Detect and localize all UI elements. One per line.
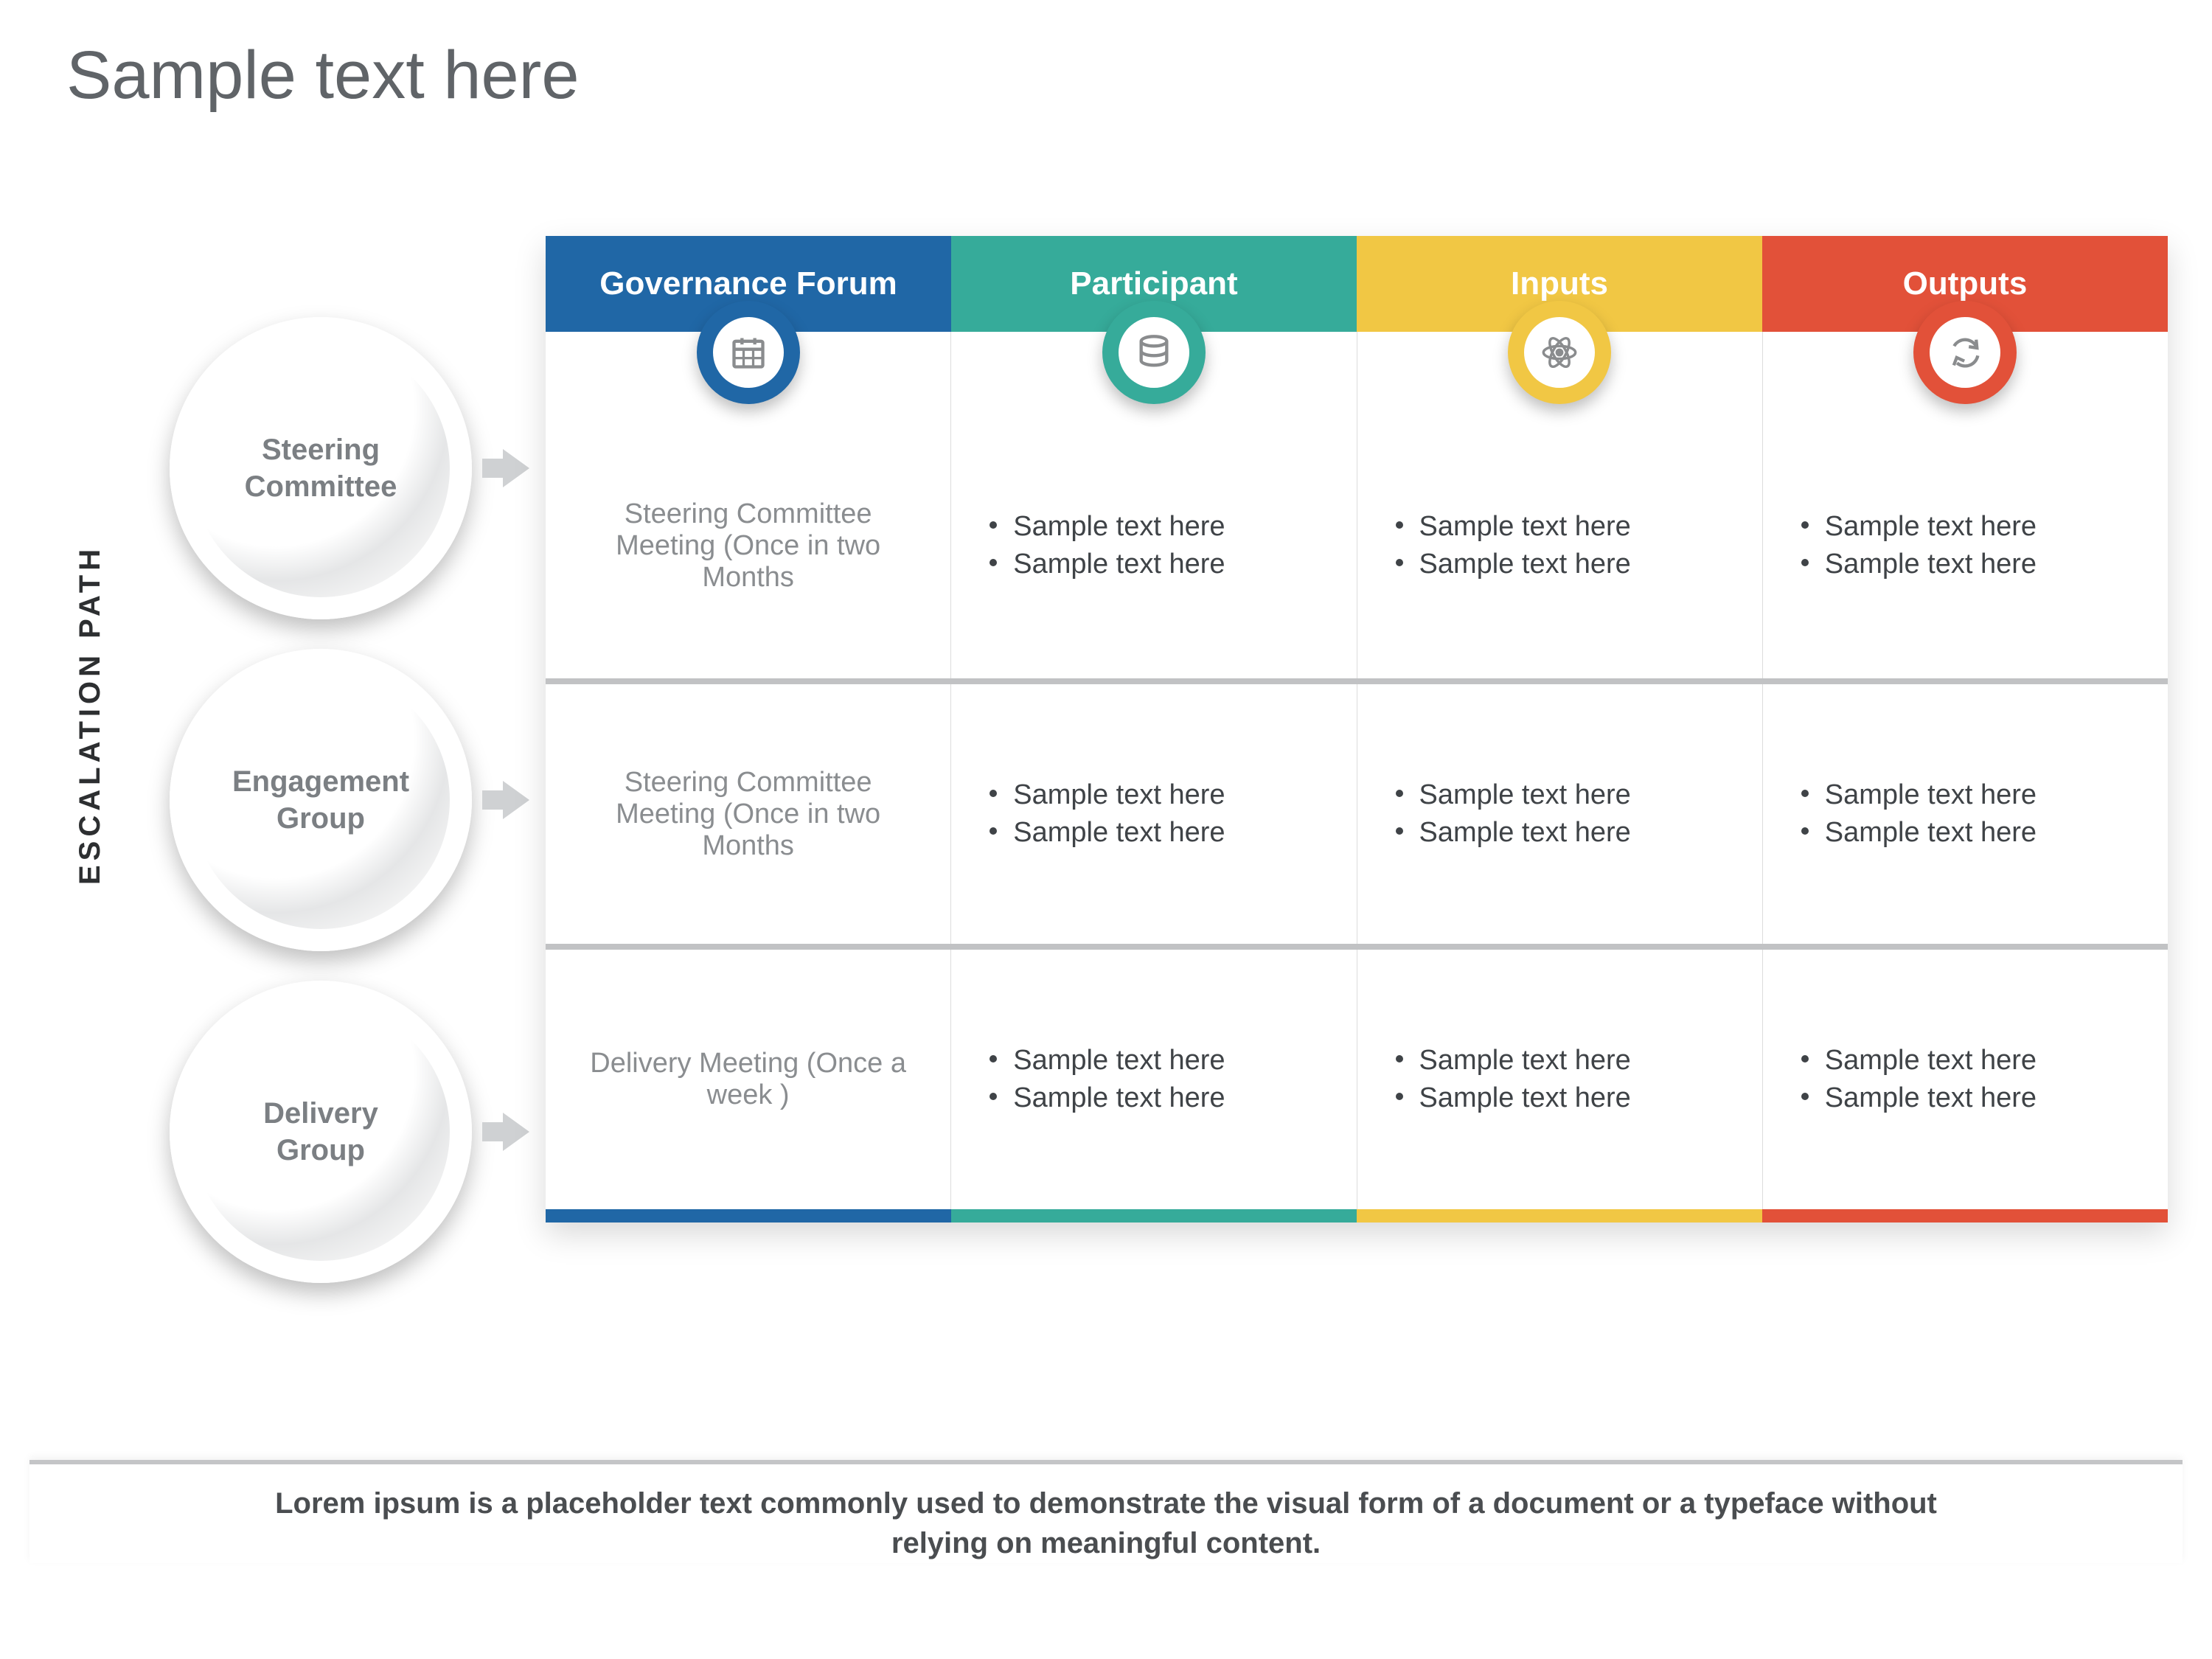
list-item: Sample text here bbox=[984, 1079, 1324, 1117]
cell-outputs: Sample text here Sample text here bbox=[1763, 684, 2168, 944]
list-item: Sample text here bbox=[1795, 776, 2135, 814]
list-item: Sample text here bbox=[1390, 1079, 1730, 1117]
list-item: Sample text here bbox=[1390, 546, 1730, 583]
circle-engagement-group: Engagement Group bbox=[170, 649, 472, 951]
list-item: Sample text here bbox=[1795, 508, 2135, 546]
circle-label: Engagement Group bbox=[225, 763, 417, 837]
cell-participant: Sample text here Sample text here bbox=[951, 684, 1357, 944]
footer-caption-bar: Lorem ipsum is a placeholder text common… bbox=[29, 1460, 2183, 1563]
circle-label: Delivery Group bbox=[225, 1095, 417, 1169]
arrow-icon bbox=[503, 1113, 529, 1151]
cell-governance: Delivery Meeting (Once a week ) bbox=[546, 950, 951, 1209]
circle-steering-committee: Steering Committee bbox=[170, 317, 472, 619]
list-item: Sample text here bbox=[984, 1042, 1324, 1079]
list-item: Sample text here bbox=[1795, 814, 2135, 852]
cell-inputs: Sample text here Sample text here bbox=[1357, 950, 1763, 1209]
atom-icon bbox=[1508, 301, 1611, 404]
list-item: Sample text here bbox=[1795, 546, 2135, 583]
arrow-icon bbox=[503, 449, 529, 487]
table-row: Steering Committee Meeting (Once in two … bbox=[546, 413, 2168, 678]
circle-delivery-group: Delivery Group bbox=[170, 981, 472, 1283]
row-labels-column: Steering Committee Engagement Group Deli… bbox=[170, 317, 509, 1312]
list-item: Sample text here bbox=[1795, 1042, 2135, 1079]
cycle-icon bbox=[1913, 301, 2017, 404]
list-item: Sample text here bbox=[1795, 1079, 2135, 1117]
arrow-icon bbox=[503, 781, 529, 819]
list-item: Sample text here bbox=[1390, 508, 1730, 546]
cell-governance: Steering Committee Meeting (Once in two … bbox=[546, 413, 951, 678]
table-row: Delivery Meeting (Once a week ) Sample t… bbox=[546, 944, 2168, 1209]
cell-participant: Sample text here Sample text here bbox=[951, 413, 1357, 678]
list-item: Sample text here bbox=[984, 508, 1324, 546]
cell-inputs: Sample text here Sample text here bbox=[1357, 413, 1763, 678]
calendar-icon bbox=[697, 301, 800, 404]
circle-label: Steering Committee bbox=[225, 431, 417, 505]
footer-caption: Lorem ipsum is a placeholder text common… bbox=[258, 1484, 1954, 1563]
page-title: Sample text here bbox=[66, 37, 579, 114]
list-item: Sample text here bbox=[1390, 814, 1730, 852]
header-row: Governance Forum Participant Inputs Outp… bbox=[546, 236, 2168, 332]
list-item: Sample text here bbox=[1390, 1042, 1730, 1079]
list-item: Sample text here bbox=[1390, 776, 1730, 814]
cell-inputs: Sample text here Sample text here bbox=[1357, 684, 1763, 944]
table-row: Steering Committee Meeting (Once in two … bbox=[546, 678, 2168, 944]
column-footer-accent bbox=[546, 1209, 2168, 1222]
cell-governance: Steering Committee Meeting (Once in two … bbox=[546, 684, 951, 944]
matrix-body: Steering Committee Meeting (Once in two … bbox=[546, 413, 2168, 1209]
governance-matrix: Governance Forum Participant Inputs Outp… bbox=[546, 236, 2168, 1222]
cell-outputs: Sample text here Sample text here bbox=[1763, 950, 2168, 1209]
database-icon bbox=[1102, 301, 1206, 404]
escalation-path-label: ESCALATION PATH bbox=[74, 545, 107, 885]
icon-row bbox=[546, 332, 2168, 413]
list-item: Sample text here bbox=[984, 814, 1324, 852]
list-item: Sample text here bbox=[984, 546, 1324, 583]
cell-participant: Sample text here Sample text here bbox=[951, 950, 1357, 1209]
list-item: Sample text here bbox=[984, 776, 1324, 814]
cell-outputs: Sample text here Sample text here bbox=[1763, 413, 2168, 678]
